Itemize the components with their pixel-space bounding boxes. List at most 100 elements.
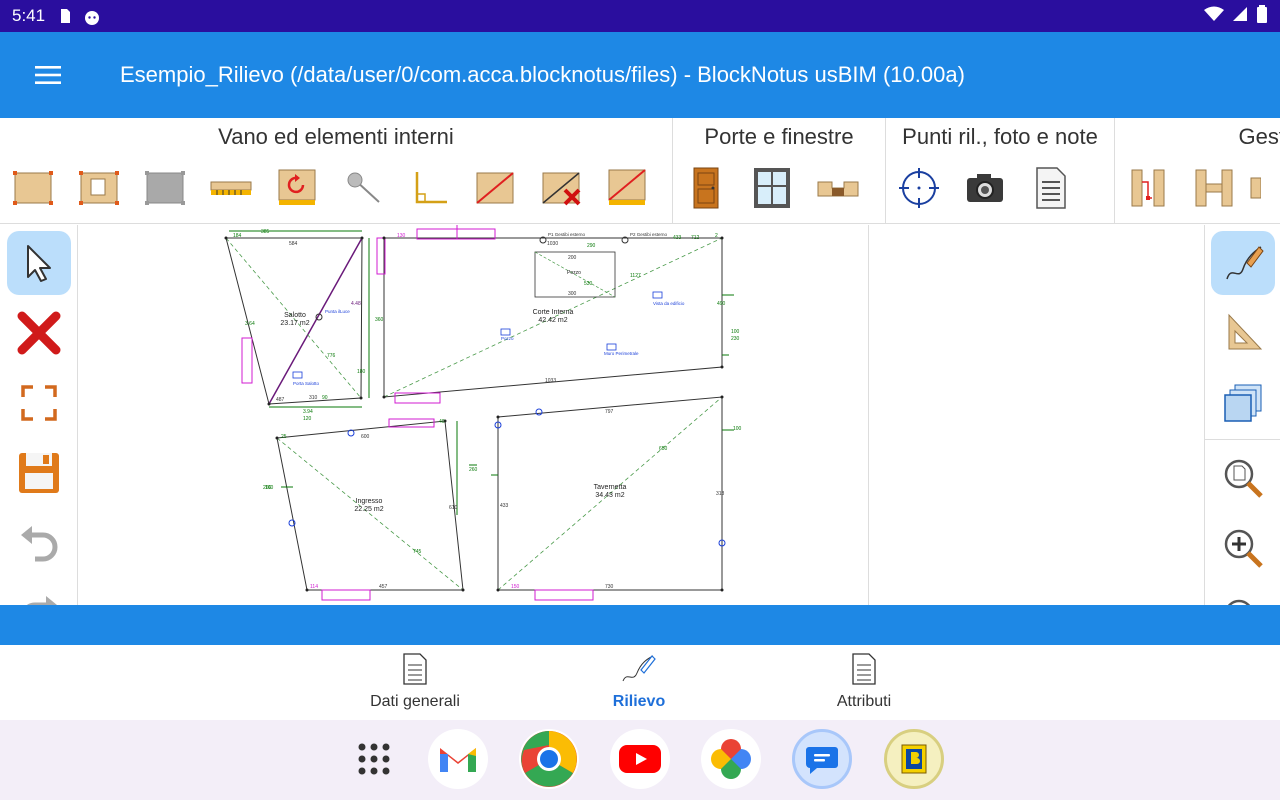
chat-bubble-icon <box>806 747 838 774</box>
dim-label: 360 <box>375 317 384 323</box>
dim-label: 712 <box>691 235 700 241</box>
dim-label: 290 <box>587 243 596 249</box>
menu-button[interactable] <box>24 51 72 99</box>
dim-label: 120 <box>303 416 312 422</box>
ribbon-group-gest: Gest <box>1115 118 1280 223</box>
pin-line-icon <box>347 172 380 203</box>
room-rectangle-icon <box>13 171 53 205</box>
more-tool[interactable] <box>1247 160 1277 216</box>
point-tool[interactable] <box>330 160 396 216</box>
blocknotus-app[interactable] <box>884 729 944 789</box>
gray-room-tool[interactable] <box>132 160 198 216</box>
ribbon-group-title: Punti ril., foto e note <box>902 124 1098 149</box>
survey-point-tool[interactable] <box>886 160 952 216</box>
room-label: Tavernetta <box>594 484 627 491</box>
dim-label: 230 <box>731 336 740 342</box>
gray-block-icon <box>145 171 185 205</box>
ruler-icon <box>210 181 252 195</box>
split-walls-tool[interactable] <box>1181 160 1247 216</box>
tab-label: Rilievo <box>612 693 666 710</box>
select-tool[interactable] <box>7 231 71 295</box>
wifi-icon <box>1204 6 1224 27</box>
dim-label: 3.64 <box>245 321 255 327</box>
dim-label: 130 <box>397 233 406 239</box>
ribbon-group-punti: Punti ril., foto e note <box>886 118 1115 223</box>
save-tool[interactable] <box>7 441 71 505</box>
draw-room-tool[interactable] <box>0 160 66 216</box>
dim-label: 100 <box>733 426 742 432</box>
ribbon-group-vano: Vano ed elementi interni <box>0 118 673 223</box>
tab-label: Dati generali <box>370 693 460 710</box>
system-dock <box>0 720 1280 800</box>
photos-app[interactable] <box>701 729 761 789</box>
youtube-app[interactable] <box>610 729 670 789</box>
delete-diagonal-tool[interactable] <box>528 160 594 216</box>
fit-view-tool[interactable] <box>7 371 71 435</box>
redo-tool[interactable] <box>7 581 71 605</box>
chrome-icon <box>521 731 577 787</box>
inner-room-tool[interactable] <box>66 160 132 216</box>
drawing-canvas[interactable]: Salotto 23.17 m2 Corte Interna 42.42 m2 … <box>79 225 869 605</box>
dim-label: 433 <box>673 235 682 241</box>
dim-label: 180 <box>357 369 366 375</box>
undo-tool[interactable] <box>7 511 71 575</box>
layers-tool[interactable] <box>1211 371 1275 435</box>
note-document-icon <box>1036 167 1066 209</box>
dim-label: 730 <box>605 584 614 590</box>
dim-label: 1030 <box>547 241 558 247</box>
tab-dati-generali[interactable]: Dati generali <box>335 653 495 715</box>
zoom-page-tool[interactable] <box>1211 446 1275 510</box>
tab-rilievo[interactable]: Rilievo <box>559 653 719 715</box>
photo-tool[interactable] <box>952 160 1018 216</box>
zoom-out-tool[interactable] <box>1211 586 1275 605</box>
measure-tool[interactable] <box>198 160 264 216</box>
room-label: Corte Interna <box>533 309 574 316</box>
wall-join-icon <box>1131 169 1165 207</box>
square-tool[interactable] <box>1211 301 1275 365</box>
diagonal-tool[interactable] <box>462 160 528 216</box>
tab-attributi[interactable]: Attributi <box>784 653 944 715</box>
measure-diagonal-tool[interactable] <box>594 160 660 216</box>
wall-split-icon <box>1195 169 1233 207</box>
canvas-empty-area[interactable] <box>870 225 1204 605</box>
note-label: Muro Perimetrale <box>604 351 639 356</box>
hamburger-menu-icon <box>35 66 61 84</box>
rotate-icon <box>278 169 316 205</box>
dim-label: 530 <box>584 281 593 287</box>
cursor-arrow-icon <box>27 245 51 282</box>
note-label: Porta Salotto <box>293 381 320 386</box>
gmail-app[interactable] <box>428 729 488 789</box>
app-drawer-button[interactable] <box>344 729 404 789</box>
room-label: Ingresso <box>356 498 383 505</box>
dim-label: 600 <box>361 434 370 440</box>
note-tool[interactable] <box>1018 160 1084 216</box>
opening-tool[interactable] <box>805 160 871 216</box>
survey-pen-icon <box>622 655 656 682</box>
window-tool[interactable] <box>739 160 805 216</box>
red-x-icon <box>17 311 61 355</box>
zoom-in-tool[interactable] <box>1211 516 1275 580</box>
delete-tool[interactable] <box>7 301 71 365</box>
pen-sketch-icon <box>1226 246 1264 280</box>
youtube-icon <box>619 745 661 773</box>
dim-label: 584 <box>289 241 298 247</box>
dim-label: 1127 <box>630 273 641 279</box>
dim-label: 310 <box>309 395 318 401</box>
angle-tool[interactable] <box>396 160 462 216</box>
right-toolbar <box>1204 225 1280 605</box>
door-tool[interactable] <box>673 160 739 216</box>
room-label: Pozzo <box>567 270 581 276</box>
ribbon-group-title: Gest <box>1238 124 1280 149</box>
sketch-tool[interactable] <box>1211 231 1275 295</box>
messages-app[interactable] <box>792 729 852 789</box>
battery-icon <box>1256 4 1268 28</box>
join-walls-tool[interactable] <box>1115 160 1181 216</box>
layers-icon <box>1224 384 1262 422</box>
dim-label: 1033 <box>545 378 556 384</box>
dim-label: 40 <box>439 419 445 425</box>
left-toolbar <box>0 225 78 605</box>
dim-label: 490 <box>717 301 726 307</box>
floor-plan: Salotto 23.17 m2 Corte Interna 42.42 m2 … <box>224 225 742 601</box>
chrome-app[interactable] <box>519 729 579 789</box>
rotate-room-tool[interactable] <box>264 160 330 216</box>
